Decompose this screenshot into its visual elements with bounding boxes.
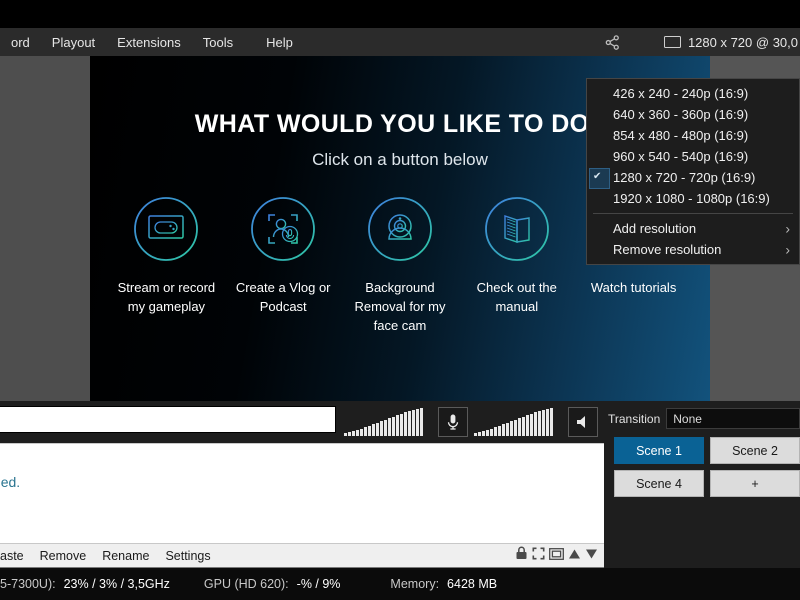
action-card-gameplay[interactable]: Stream or record my gameplay <box>110 196 222 316</box>
audio-meter-group <box>344 401 634 443</box>
scene-button-4[interactable]: Scene 4 <box>614 470 704 497</box>
book-icon <box>484 196 550 262</box>
menu-separator <box>593 213 793 214</box>
share-icon[interactable] <box>598 28 628 56</box>
resolution-option-label: 1280 x 720 - 720p (16:9) <box>613 170 756 185</box>
sources-toolbar-icons <box>515 546 604 565</box>
menu-extensions[interactable]: Extensions <box>106 28 192 56</box>
memory-label: Memory: <box>390 577 440 591</box>
sources-hint-line-1: rce added. <box>0 474 21 490</box>
action-label-manual: Check out the manual <box>476 280 557 314</box>
action-label-gameplay: Stream or record my gameplay <box>117 280 216 314</box>
mic-level-meter <box>344 408 432 436</box>
memory-status: Memory: 6428 MB <box>390 577 497 591</box>
menu-bar: ord Playout Extensions Tools Help 1280 x… <box>0 28 800 56</box>
action-card-background-removal[interactable]: Background Removal for my face cam <box>344 196 456 335</box>
status-bar: 5-7300U): 23% / 3% / 3,5GHz GPU (HD 620)… <box>0 568 800 600</box>
move-up-icon[interactable] <box>568 547 581 565</box>
left-side-panel <box>0 56 90 401</box>
add-resolution-item[interactable]: Add resolution <box>587 218 799 239</box>
add-scene-button[interactable]: + <box>710 470 800 497</box>
action-card-vlog[interactable]: Create a Vlog or Podcast <box>227 196 339 316</box>
app-window: ord Playout Extensions Tools Help 1280 x… <box>0 0 800 600</box>
gpu-label: GPU (HD 620): <box>203 577 289 591</box>
resolution-option-480p[interactable]: 854 x 480 - 480p (16:9) <box>587 125 799 146</box>
remove-resolution-item[interactable]: Remove resolution <box>587 239 799 260</box>
microphone-icon[interactable] <box>438 407 468 437</box>
scene-button-1[interactable]: Scene 1 <box>614 437 704 464</box>
resolution-option-720p[interactable]: ✔ 1280 x 720 - 720p (16:9) <box>587 167 799 189</box>
resolution-option-label: 640 x 360 - 360p (16:9) <box>613 107 749 122</box>
transition-label: Transition <box>608 411 661 426</box>
transition-value: None <box>673 411 702 426</box>
resolution-indicator-label: 1280 x 720 @ 30,0 <box>687 34 798 50</box>
menu-bar-right-group: 1280 x 720 @ 30,0 <box>598 28 800 56</box>
mic-level-bars <box>344 408 432 436</box>
resolution-option-label: 426 x 240 - 240p (16:9) <box>613 86 749 101</box>
menu-playout[interactable]: Playout <box>41 28 106 56</box>
transition-select[interactable]: None <box>666 408 800 429</box>
action-label-background-removal: Background Removal for my face cam <box>354 280 446 333</box>
action-card-manual[interactable]: Check out the manual <box>461 196 573 316</box>
scene-button-2[interactable]: Scene 2 <box>710 437 800 464</box>
search-input[interactable] <box>0 406 336 433</box>
desktop-level-meter <box>474 408 562 436</box>
move-down-icon[interactable] <box>585 547 598 565</box>
gpu-value: -% / 9% <box>296 577 341 591</box>
gamepad-monitor-icon <box>133 196 199 262</box>
resolution-option-360p[interactable]: 640 x 360 - 360p (16:9) <box>587 104 799 125</box>
resolution-dropdown-menu[interactable]: 426 x 240 - 240p (16:9) 640 x 360 - 360p… <box>586 78 800 265</box>
transition-row: Transition None <box>604 401 800 429</box>
resolution-option-240p[interactable]: 426 x 240 - 240p (16:9) <box>587 83 799 104</box>
memory-value: 6428 MB <box>447 577 498 591</box>
scene-button-grid: Scene 1 Scene 2 Scene 4 + <box>604 429 800 497</box>
webcam-icon <box>367 196 433 262</box>
cpu-label: 5-7300U): <box>0 577 56 591</box>
screen-icon <box>663 36 681 48</box>
resolution-indicator[interactable]: 1280 x 720 @ 30,0 <box>628 35 800 50</box>
resolution-option-label: 1920 x 1080 - 1080p (16:9) <box>613 191 770 206</box>
resolution-option-label: 854 x 480 - 480p (16:9) <box>613 128 749 143</box>
desktop-level-bars <box>474 408 562 436</box>
checkmark-icon: ✔ <box>593 171 602 182</box>
resolution-option-1080p[interactable]: 1920 x 1080 - 1080p (16:9) <box>587 188 799 209</box>
sources-panel[interactable]: rce added. e here! <box>0 443 604 543</box>
add-resolution-label: Add resolution <box>613 221 697 236</box>
menu-help[interactable]: Help <box>244 28 304 56</box>
resolution-option-540p[interactable]: 960 x 540 - 540p (16:9) <box>587 146 799 167</box>
rename-button[interactable]: Rename <box>94 549 157 563</box>
action-label-vlog: Create a Vlog or Podcast <box>235 280 331 314</box>
menu-record[interactable]: ord <box>0 28 41 56</box>
window-top-band <box>0 0 800 28</box>
cpu-value: 23% / 3% / 3,5GHz <box>63 577 170 591</box>
gpu-status: GPU (HD 620): -% / 9% <box>204 577 341 591</box>
paste-button[interactable]: aste <box>0 549 32 563</box>
expand-icon[interactable] <box>532 547 545 565</box>
resolution-option-label: 960 x 540 - 540p (16:9) <box>613 149 749 164</box>
lock-icon[interactable] <box>515 546 528 565</box>
sources-toolbar: aste Remove Rename Settings <box>0 543 604 568</box>
scenes-panel: Transition None Scene 1 Scene 2 Scene 4 … <box>604 401 800 506</box>
cpu-status: 5-7300U): 23% / 3% / 3,5GHz <box>0 577 170 591</box>
remove-button[interactable]: Remove <box>32 549 95 563</box>
action-label-tutorials: Watch tutorials <box>590 280 677 295</box>
portrait-mic-icon <box>250 196 316 262</box>
menu-tools[interactable]: Tools <box>192 28 244 56</box>
fit-screen-icon[interactable] <box>549 547 564 565</box>
speaker-icon[interactable] <box>568 407 598 437</box>
remove-resolution-label: Remove resolution <box>613 242 722 257</box>
settings-button[interactable]: Settings <box>157 549 218 563</box>
